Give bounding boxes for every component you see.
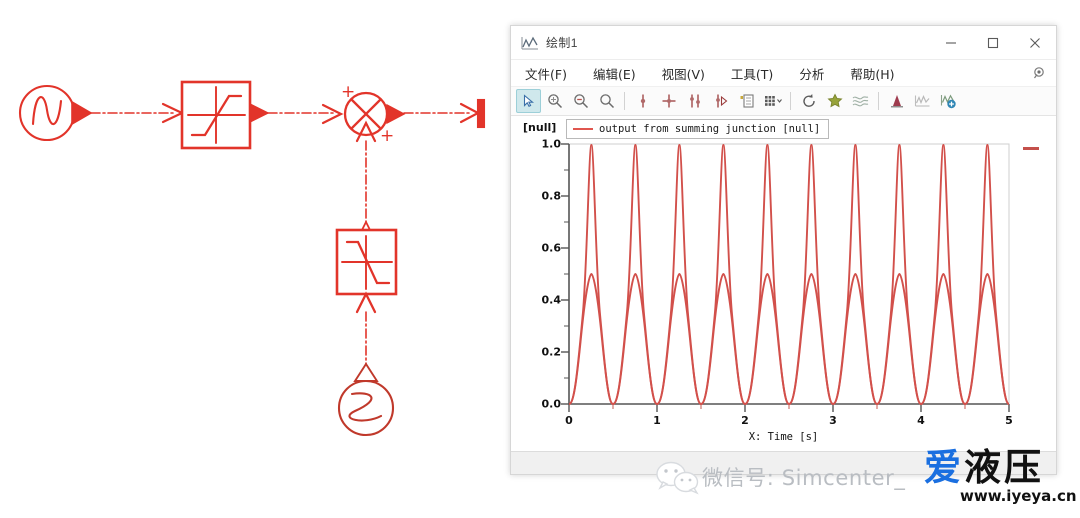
plot-window: 绘制1 文件(F) 编辑(E) 视图(V) 工具(T) 分析 帮助(H) [nu… (510, 25, 1057, 475)
bar-chart-icon[interactable] (884, 89, 909, 113)
refresh-circle-icon[interactable] (796, 89, 821, 113)
toolbar-separator-1 (624, 92, 625, 110)
table-list-icon[interactable] (734, 89, 759, 113)
block-diagram-canvas: + + (0, 0, 510, 513)
x-tick-0: 0 (565, 414, 573, 427)
series-side-marker (1023, 147, 1039, 150)
menu-item-edit[interactable]: 编辑(E) (593, 64, 636, 83)
menu-item-help[interactable]: 帮助(H) (850, 64, 894, 83)
menu-item-analysis[interactable]: 分析 (799, 64, 824, 83)
block-diagram-svg: + + (18, 80, 486, 437)
magnifier-plus-icon[interactable] (594, 89, 619, 113)
cursor-dual-icon[interactable] (682, 89, 707, 113)
toolbar-separator-3 (878, 92, 879, 110)
grid-dropdown-icon[interactable] (760, 89, 785, 113)
window-titlebar: 绘制1 (511, 26, 1056, 60)
menu-bar: 文件(F) 编辑(E) 视图(V) 工具(T) 分析 帮助(H) (511, 60, 1056, 87)
plus-sign-bottom: + (380, 126, 394, 146)
toolbar (511, 87, 1056, 116)
menu-item-file[interactable]: 文件(F) (525, 64, 567, 83)
x-tick-1: 1 (653, 414, 661, 427)
arrow-into-sum-left (321, 103, 344, 125)
toolbar-separator-2 (790, 92, 791, 110)
add-plot-icon[interactable] (936, 89, 961, 113)
cursor-cross-icon[interactable] (656, 89, 681, 113)
status-bar (511, 451, 1056, 474)
chart-area[interactable]: [null] output from summing junction [nul… (511, 116, 1056, 451)
window-title: 绘制1 (546, 36, 578, 50)
magnifier-minus-icon[interactable] (568, 89, 593, 113)
x-tick-4: 4 (917, 414, 925, 427)
chart-curve-icon (521, 35, 539, 51)
waves-icon[interactable] (848, 89, 873, 113)
pushpin-star-icon[interactable] (822, 89, 847, 113)
saturation-block[interactable] (180, 80, 252, 150)
cursor-single-icon[interactable] (630, 89, 655, 113)
x-axis-title: X: Time [s] (748, 431, 819, 443)
signal-graph-icon[interactable] (910, 89, 935, 113)
x-tick-2: 2 (741, 414, 749, 427)
sine-source-top[interactable] (18, 84, 93, 142)
minimize-icon[interactable] (930, 26, 972, 59)
close-icon[interactable] (1014, 26, 1056, 59)
magnifier-area-icon[interactable] (542, 89, 567, 113)
x-tick-labels: 0 1 2 3 4 5 (511, 414, 1056, 430)
plus-sign-left: + (341, 82, 355, 102)
x-tick-5: 5 (1005, 414, 1013, 427)
maximize-icon[interactable] (972, 26, 1014, 59)
window-controls (930, 26, 1056, 59)
cursor-play-icon[interactable] (708, 89, 733, 113)
menu-item-tools[interactable]: 工具(T) (731, 64, 773, 83)
menu-item-view[interactable]: 视图(V) (662, 64, 705, 83)
x-tick-3: 3 (829, 414, 837, 427)
cursor-arrow-icon[interactable] (516, 89, 541, 113)
inverted-saturation-block[interactable] (335, 228, 398, 296)
arrow-into-invsat (355, 291, 377, 314)
logo-site: www.iyeya.cn (960, 487, 1076, 505)
sine-source-bottom[interactable] (337, 362, 395, 437)
plot-svg (561, 143, 1010, 412)
pin-icon[interactable] (1032, 66, 1046, 80)
